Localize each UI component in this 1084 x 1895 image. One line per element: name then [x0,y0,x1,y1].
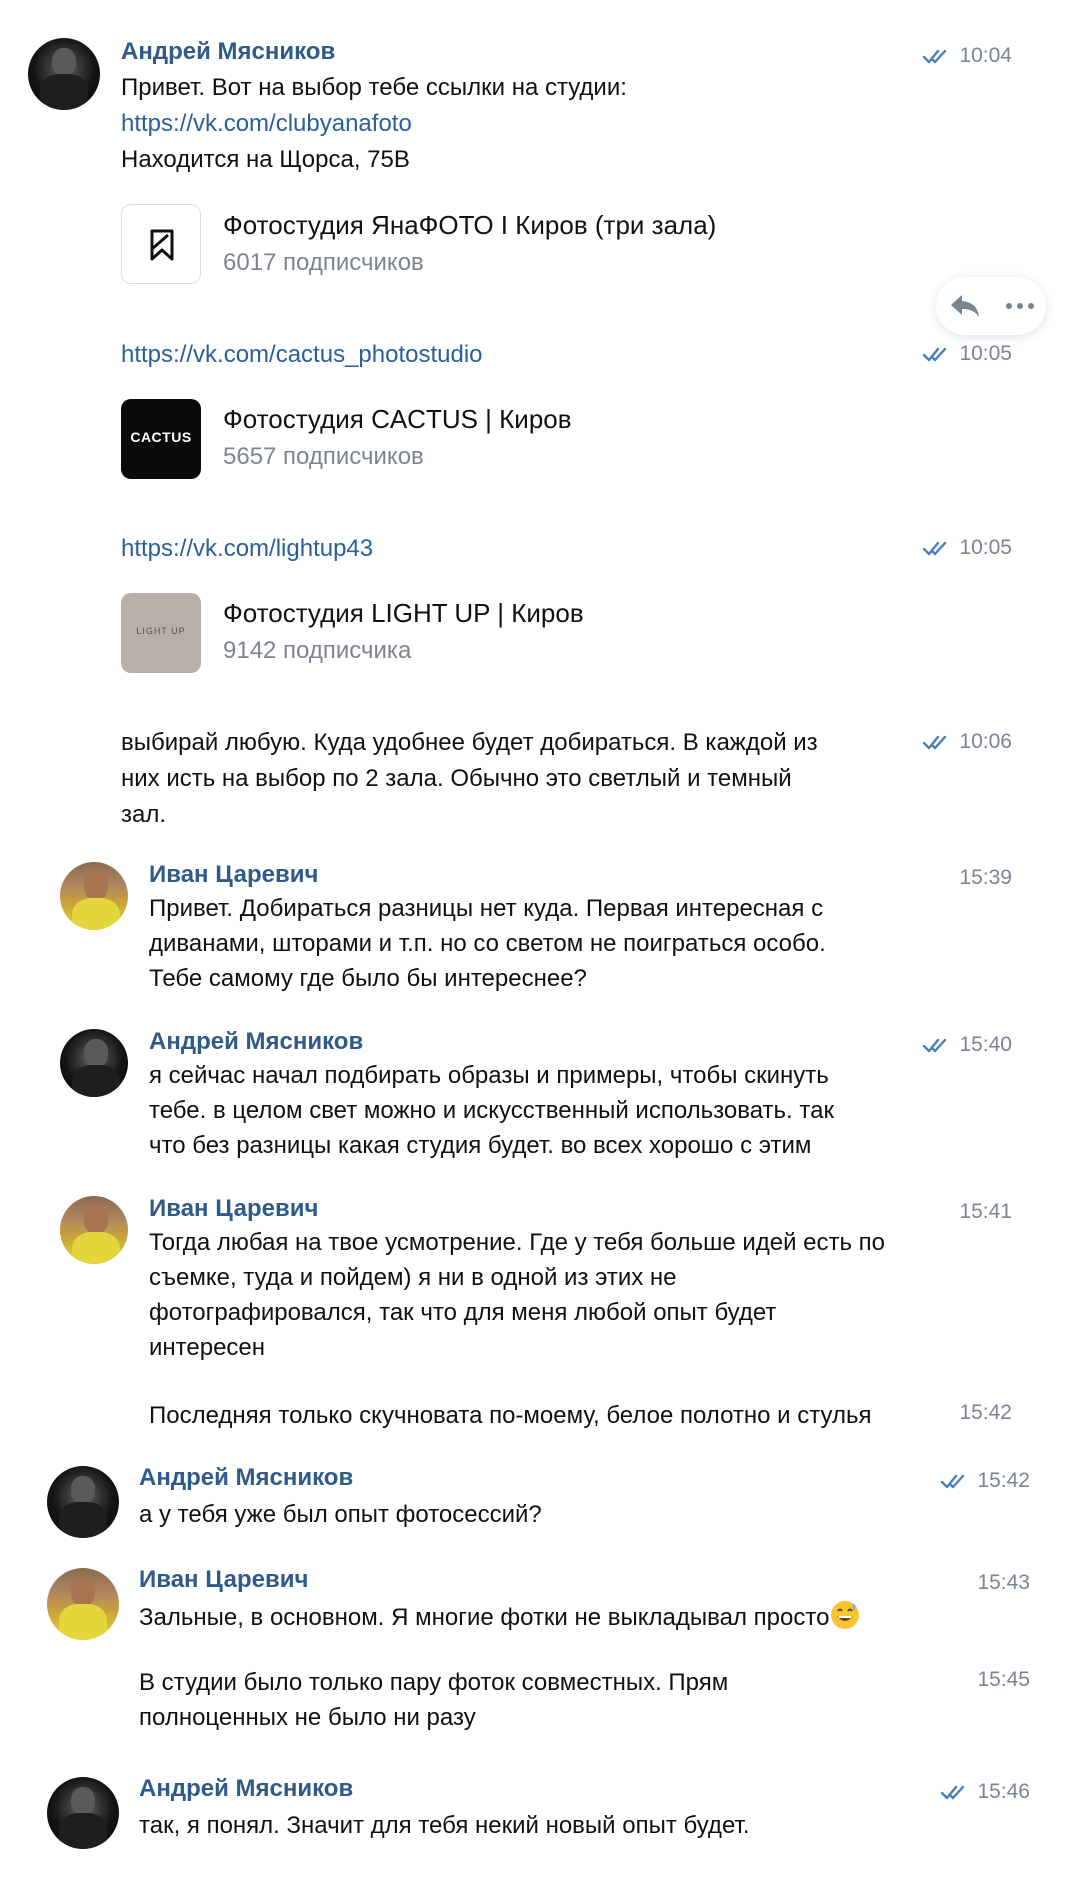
message-text: а у тебя уже был опыт фотосессий? [139,1501,542,1528]
message-text: Тогда любая на твое усмотрение. Где у те… [149,1229,886,1256]
message-text: Зальные, в основном. Я многие фотки не в… [139,1599,861,1636]
author-name[interactable]: Иван Царевич [149,1194,318,1224]
link-card-subscribers: 9142 подписчика [223,637,412,664]
message-text: выбирай любую. Куда удобнее будет добира… [121,729,818,756]
message-link[interactable]: https://vk.com/cactus_photostudio [121,337,483,373]
message-time: 10:05 [923,534,1012,562]
yanafoto-logo[interactable] [121,204,201,284]
avatar[interactable] [47,1777,119,1849]
message-text: Привет. Вот на выбор тебе ссылки на студ… [121,74,627,101]
message-text: них исть на выбор по 2 зала. Обычно это … [121,765,792,792]
lightup-logo[interactable]: LIGHT UP [121,593,201,673]
message-time: 15:42 [941,1467,1030,1495]
message-time: 15:40 [923,1031,1012,1059]
message-text: Тебе самому где было бы интереснее? [149,965,587,992]
message-time: 15:42 [959,1401,1012,1424]
reply-icon[interactable] [948,291,982,321]
lightup-logo-text: LIGHT UP [136,626,186,636]
message-time: 15:45 [977,1668,1030,1691]
double-check-icon [923,1038,947,1053]
link-card-subscribers: 6017 подписчиков [223,249,424,276]
bookmark-logo-icon [150,229,174,261]
message-text: что без разницы какая студия будет. во в… [149,1132,812,1159]
message-link[interactable]: https://vk.com/clubyanafoto [121,106,412,142]
link-card-title[interactable]: Фотостудия ЯнаФОТО I Киров (три зала) [223,209,716,241]
message-link[interactable]: https://vk.com/lightup43 [121,531,373,567]
author-name[interactable]: Андрей Мясников [121,37,335,67]
double-check-icon [923,49,947,64]
author-name[interactable]: Иван Царевич [139,1565,308,1595]
more-icon[interactable] [1005,301,1035,311]
author-name[interactable]: Андрей Мясников [139,1463,353,1493]
message-text: Находится на Щорса, 75В [121,146,410,173]
message-text: тебе. в целом свет можно и искусственный… [149,1097,834,1124]
message-text: Последняя только скучновата по-моему, бе… [149,1402,872,1429]
avatar[interactable] [47,1466,119,1538]
cactus-logo-text: CACTUS [130,429,192,445]
message-actions [936,277,1046,335]
message-time: 15:46 [941,1778,1030,1806]
message-time: 15:43 [977,1571,1030,1594]
avatar[interactable] [47,1568,119,1640]
cactus-logo[interactable]: CACTUS [121,399,201,479]
link-card-title[interactable]: Фотостудия LIGHT UP | Киров [223,597,584,629]
message-time: 15:39 [959,866,1012,889]
author-name[interactable]: Андрей Мясников [149,1027,363,1057]
avatar[interactable] [28,38,100,110]
message-time: 10:05 [923,340,1012,368]
message-text: я сейчас начал подбирать образы и пример… [149,1062,829,1089]
message-text: Привет. Добираться разницы нет куда. Пер… [149,895,824,922]
double-check-icon [941,1785,965,1800]
link-card-title[interactable]: Фотостудия CACTUS | Киров [223,403,572,435]
double-check-icon [923,541,947,556]
message-time: 10:04 [923,42,1012,70]
link-card-subscribers: 5657 подписчиков [223,443,424,470]
message-text: интересен [149,1334,266,1361]
double-check-icon [941,1474,965,1489]
message-time: 10:06 [923,728,1012,756]
double-check-icon [923,347,947,362]
message-time: 15:41 [959,1200,1012,1223]
message-text: съемке, туда и пойдем) я ни в одной из э… [149,1264,677,1291]
grinning-sweat-emoji [831,1601,860,1629]
message-text: так, я понял. Значит для тебя некий новы… [139,1812,750,1839]
message-text: полноценных не было ни разу [139,1704,476,1731]
message-text: зал. [121,801,167,828]
message-text: фотографировался, так что для меня любой… [149,1299,777,1326]
avatar[interactable] [60,1029,128,1097]
avatar[interactable] [60,1196,128,1264]
message-text: диванами, шторами и т.п. но со светом не… [149,930,826,957]
author-name[interactable]: Андрей Мясников [139,1774,353,1804]
double-check-icon [923,735,947,750]
message-text: В студии было только пару фоток совместн… [139,1669,729,1696]
author-name[interactable]: Иван Царевич [149,860,318,890]
avatar[interactable] [60,862,128,930]
